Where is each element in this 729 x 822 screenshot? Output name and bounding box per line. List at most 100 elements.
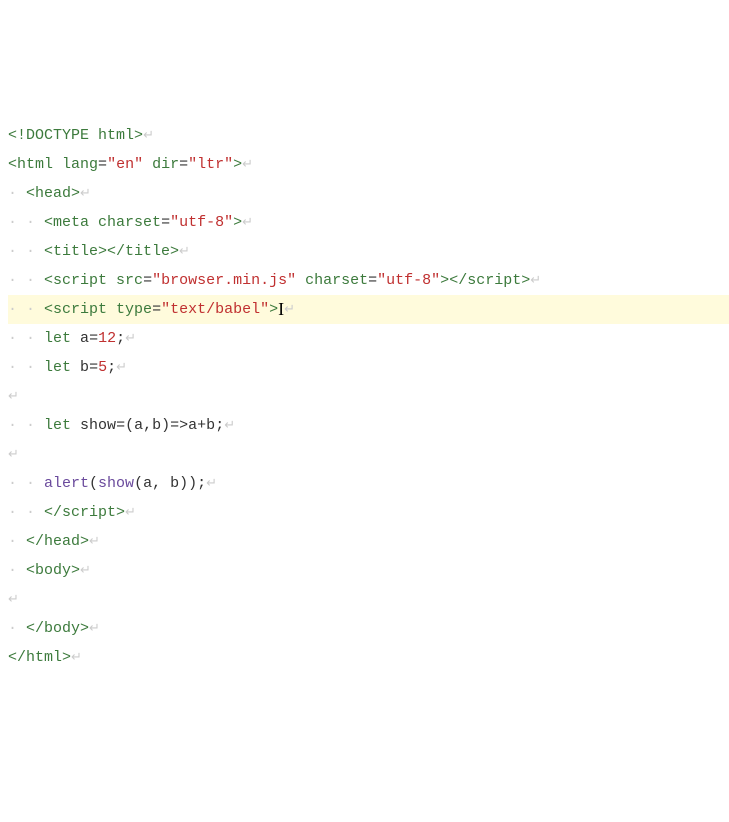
num-token: 5 (98, 359, 107, 376)
keyword-token: let (44, 417, 71, 434)
indent-guide: · · (8, 330, 44, 347)
num-token: 12 (98, 330, 116, 347)
attr-name-token: src (116, 272, 143, 289)
ident-token: b (206, 417, 215, 434)
punct-token: , (152, 475, 170, 492)
tag-token: </head> (26, 533, 89, 550)
ws-token: ↵ (80, 186, 91, 201)
plain-token (296, 272, 305, 289)
attr-val-token: "ltr" (188, 156, 233, 173)
punct-token: )=> (161, 417, 188, 434)
code-line[interactable]: · <body>↵ (8, 556, 729, 585)
attr-name-token: type (116, 301, 152, 318)
tag-token: > (440, 272, 449, 289)
indent-guide: · · (8, 243, 44, 260)
code-editor[interactable]: <!DOCTYPE html>↵<html lang="en" dir="ltr… (8, 121, 729, 672)
code-line[interactable]: · · alert(show(a, b));↵ (8, 469, 729, 498)
plain-token (71, 330, 80, 347)
code-line[interactable]: ↵ (8, 440, 729, 469)
indent-guide: · · (8, 272, 44, 289)
code-line[interactable]: <!DOCTYPE html>↵ (8, 121, 729, 150)
punct-token: = (161, 214, 170, 231)
code-line[interactable]: ↵ (8, 382, 729, 411)
punct-token: ( (89, 475, 98, 492)
code-line[interactable]: · </head>↵ (8, 527, 729, 556)
tag-token: </script> (44, 504, 125, 521)
punct-token: = (89, 330, 98, 347)
func-token: alert (44, 475, 89, 492)
plain-token (107, 272, 116, 289)
code-line[interactable]: · · <title></title>↵ (8, 237, 729, 266)
ident-token: b (80, 359, 89, 376)
code-line[interactable]: · · <meta charset="utf-8">↵ (8, 208, 729, 237)
ident-token: a (80, 330, 89, 347)
indent-guide: · (8, 533, 26, 550)
tag-token: > (233, 214, 242, 231)
attr-name-token: lang (62, 156, 98, 173)
code-line[interactable]: ↵ (8, 585, 729, 614)
tag-token: > (134, 127, 143, 144)
indent-guide: · · (8, 301, 44, 318)
code-line[interactable]: · · <script type="text/babel">I↵ (8, 295, 729, 324)
ident-token: a (143, 475, 152, 492)
indent-guide: · · (8, 417, 44, 434)
tag-token: > (233, 156, 242, 173)
ident-token: b (152, 417, 161, 434)
punct-token: ; (215, 417, 224, 434)
tag-token: </script> (449, 272, 530, 289)
code-line[interactable]: · · <script src="browser.min.js" charset… (8, 266, 729, 295)
indent-guide: · · (8, 504, 44, 521)
tag-token: <script (44, 301, 107, 318)
ws-token: ↵ (242, 157, 253, 172)
tag-token: <html (8, 156, 53, 173)
tag-token: <title></title> (44, 243, 179, 260)
ws-token: ↵ (71, 650, 82, 665)
attr-val-token: "utf-8" (377, 272, 440, 289)
attr-name-token: html (98, 127, 134, 144)
attr-name-token: charset (305, 272, 368, 289)
ws-token: ↵ (143, 128, 154, 143)
code-line[interactable]: </html>↵ (8, 643, 729, 672)
tag-token: <head> (26, 185, 80, 202)
plain-token (71, 359, 80, 376)
ws-token: ↵ (116, 360, 127, 375)
code-line[interactable]: · <head>↵ (8, 179, 729, 208)
code-line[interactable]: · · </script>↵ (8, 498, 729, 527)
ws-token: ↵ (8, 592, 19, 607)
ident-token: a (134, 417, 143, 434)
ident-token: b (170, 475, 179, 492)
plain-token (89, 127, 98, 144)
code-line[interactable]: · · let show=(a,b)=>a+b;↵ (8, 411, 729, 440)
code-line[interactable]: · · let a=12;↵ (8, 324, 729, 353)
code-line[interactable]: · · let b=5;↵ (8, 353, 729, 382)
punct-token: = (179, 156, 188, 173)
tag-token: <script (44, 272, 107, 289)
punct-token: = (89, 359, 98, 376)
punct-token: ; (116, 330, 125, 347)
keyword-token: let (44, 330, 71, 347)
attr-name-token: charset (98, 214, 161, 231)
ws-token: ↵ (179, 244, 190, 259)
indent-guide: · (8, 185, 26, 202)
plain-token (89, 214, 98, 231)
attr-val-token: "en" (107, 156, 143, 173)
attr-val-token: "utf-8" (170, 214, 233, 231)
func-token: show (98, 475, 134, 492)
plain-token (143, 156, 152, 173)
ws-token: ↵ (80, 563, 91, 578)
code-line[interactable]: <html lang="en" dir="ltr">↵ (8, 150, 729, 179)
ws-token: ↵ (242, 215, 253, 230)
punct-token: , (143, 417, 152, 434)
code-line[interactable]: · </body>↵ (8, 614, 729, 643)
tag-token: </body> (26, 620, 89, 637)
plain-token (53, 156, 62, 173)
ws-token: ↵ (8, 447, 19, 462)
indent-guide: · (8, 620, 26, 637)
punct-token: = (143, 272, 152, 289)
keyword-token: let (44, 359, 71, 376)
punct-token: =( (116, 417, 134, 434)
ws-token: ↵ (206, 476, 217, 491)
tag-token: <body> (26, 562, 80, 579)
ws-token: ↵ (8, 389, 19, 404)
attr-val-token: "text/babel" (161, 301, 269, 318)
